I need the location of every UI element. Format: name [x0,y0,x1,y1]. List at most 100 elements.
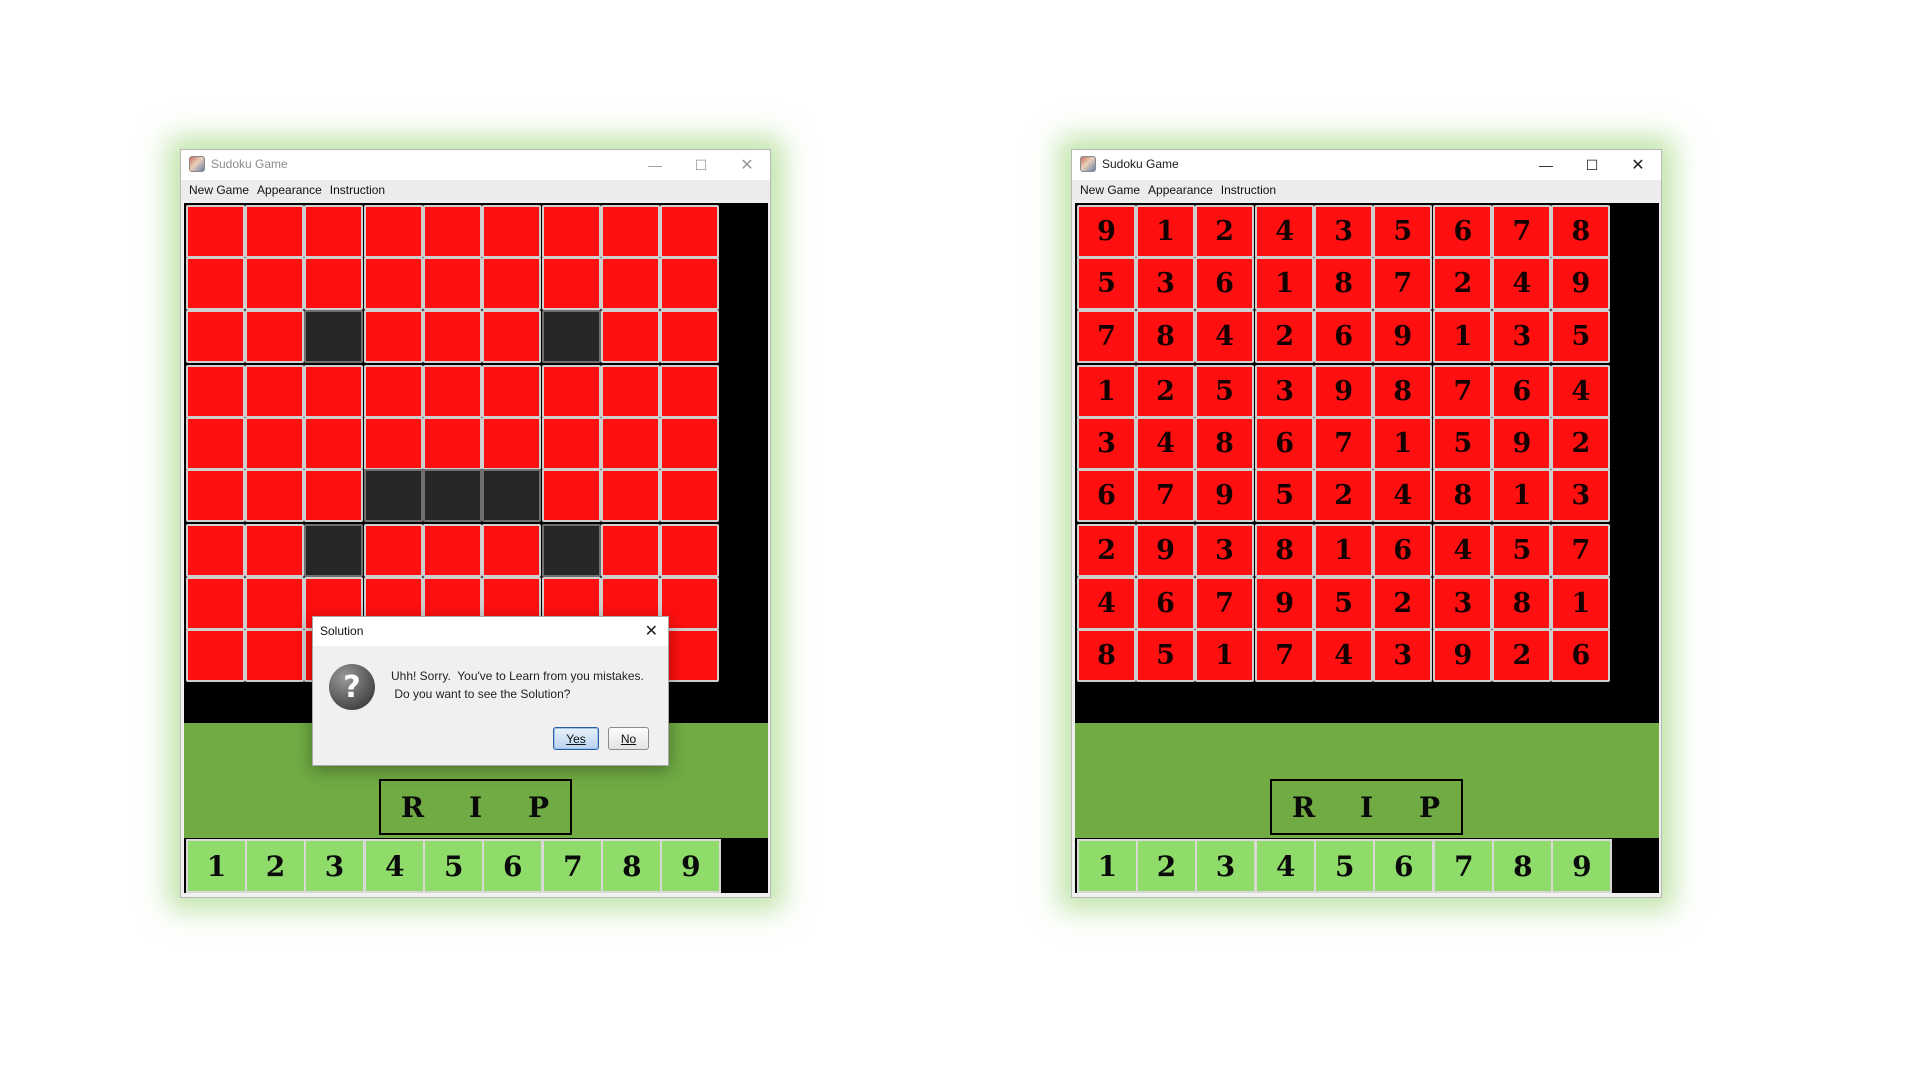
sudoku-cell-r7-c3[interactable] [304,524,364,578]
sudoku-cell-r8-c2[interactable]: 6 [1136,576,1196,630]
sudoku-cell-r7-c8[interactable] [601,524,661,578]
sudoku-cell-r4-c2[interactable]: 2 [1136,364,1196,418]
close-icon[interactable]: ✕ [724,150,770,180]
number-button-8[interactable]: 8 [1492,839,1554,893]
number-button-1[interactable]: 1 [1077,839,1138,893]
sudoku-cell-r1-c7[interactable] [542,205,602,258]
number-button-9[interactable]: 9 [660,839,722,893]
number-button-6[interactable]: 6 [482,839,544,893]
sudoku-cell-r6-c4[interactable] [364,469,424,523]
sudoku-cell-r3-c2[interactable] [245,309,305,363]
sudoku-cell-r3-c6[interactable] [482,309,542,363]
sudoku-cell-r9-c5[interactable]: 4 [1314,629,1374,683]
sudoku-cell-r6-c7[interactable] [542,469,602,523]
sudoku-cell-r3-c4[interactable] [364,309,424,363]
sudoku-cell-r3-c1[interactable] [186,309,245,363]
sudoku-cell-r7-c5[interactable] [423,524,483,578]
sudoku-cell-r8-c8[interactable]: 8 [1492,576,1552,630]
sudoku-cell-r6-c1[interactable]: 6 [1077,469,1136,523]
sudoku-cell-r5-c1[interactable] [186,417,245,471]
sudoku-cell-r5-c5[interactable]: 7 [1314,417,1374,471]
sudoku-cell-r6-c2[interactable] [245,469,305,523]
sudoku-cell-r9-c6[interactable]: 3 [1373,629,1433,683]
sudoku-cell-r3-c6[interactable]: 9 [1373,309,1433,363]
sudoku-cell-r6-c1[interactable] [186,469,245,523]
sudoku-cell-r2-c6[interactable]: 7 [1373,257,1433,311]
sudoku-cell-r1-c6[interactable]: 5 [1373,205,1433,258]
sudoku-cell-r1-c4[interactable] [364,205,424,258]
sudoku-cell-r2-c1[interactable]: 5 [1077,257,1136,311]
sudoku-cell-r7-c2[interactable] [245,524,305,578]
sudoku-cell-r6-c5[interactable] [423,469,483,523]
sudoku-cell-r5-c9[interactable] [660,417,720,471]
sudoku-cell-r8-c4[interactable]: 9 [1255,576,1315,630]
sudoku-cell-r7-c1[interactable] [186,524,245,578]
sudoku-cell-r2-c4[interactable]: 1 [1255,257,1315,311]
menu-appearance[interactable]: Appearance [257,183,322,197]
sudoku-cell-r8-c2[interactable] [245,576,305,630]
number-button-3[interactable]: 3 [1195,839,1257,893]
sudoku-cell-r7-c9[interactable]: 7 [1551,524,1611,578]
sudoku-cell-r8-c1[interactable]: 4 [1077,576,1136,630]
sudoku-cell-r8-c6[interactable]: 2 [1373,576,1433,630]
sudoku-cell-r9-c4[interactable]: 7 [1255,629,1315,683]
sudoku-cell-r1-c3[interactable]: 2 [1195,205,1255,258]
sudoku-cell-r6-c6[interactable] [482,469,542,523]
sudoku-cell-r9-c7[interactable]: 9 [1433,629,1493,683]
sudoku-cell-r5-c8[interactable] [601,417,661,471]
sudoku-cell-r2-c2[interactable]: 3 [1136,257,1196,311]
sudoku-cell-r6-c9[interactable]: 3 [1551,469,1611,523]
sudoku-cell-r9-c2[interactable] [245,629,305,683]
number-button-5[interactable]: 5 [423,839,485,893]
sudoku-cell-r6-c3[interactable]: 9 [1195,469,1255,523]
sudoku-cell-r3-c5[interactable]: 6 [1314,309,1374,363]
sudoku-cell-r8-c7[interactable]: 3 [1433,576,1493,630]
number-button-8[interactable]: 8 [601,839,663,893]
sudoku-cell-r4-c9[interactable] [660,364,720,418]
sudoku-cell-r7-c4[interactable]: 8 [1255,524,1315,578]
maximize-icon[interactable]: ☐ [678,150,724,180]
number-button-2[interactable]: 2 [1136,839,1198,893]
menu-instruction[interactable]: Instruction [1221,183,1276,197]
sudoku-cell-r1-c2[interactable] [245,205,305,258]
sudoku-cell-r5-c7[interactable]: 5 [1433,417,1493,471]
sudoku-cell-r1-c1[interactable] [186,205,245,258]
sudoku-cell-r5-c2[interactable]: 4 [1136,417,1196,471]
sudoku-cell-r2-c1[interactable] [186,257,245,311]
sudoku-cell-r2-c7[interactable] [542,257,602,311]
sudoku-cell-r7-c2[interactable]: 9 [1136,524,1196,578]
sudoku-cell-r6-c8[interactable]: 1 [1492,469,1552,523]
sudoku-cell-r5-c6[interactable] [482,417,542,471]
sudoku-cell-r6-c2[interactable]: 7 [1136,469,1196,523]
sudoku-cell-r4-c1[interactable] [186,364,245,418]
sudoku-cell-r2-c9[interactable] [660,257,720,311]
menu-appearance[interactable]: Appearance [1148,183,1213,197]
sudoku-cell-r4-c2[interactable] [245,364,305,418]
sudoku-cell-r4-c8[interactable]: 6 [1492,364,1552,418]
sudoku-cell-r8-c1[interactable] [186,576,245,630]
sudoku-cell-r1-c9[interactable] [660,205,720,258]
sudoku-cell-r6-c8[interactable] [601,469,661,523]
sudoku-cell-r4-c6[interactable]: 8 [1373,364,1433,418]
sudoku-cell-r2-c5[interactable]: 8 [1314,257,1374,311]
sudoku-cell-r4-c8[interactable] [601,364,661,418]
sudoku-cell-r4-c3[interactable] [304,364,364,418]
number-button-9[interactable]: 9 [1551,839,1613,893]
sudoku-cell-r6-c7[interactable]: 8 [1433,469,1493,523]
sudoku-cell-r8-c3[interactable]: 7 [1195,576,1255,630]
number-button-3[interactable]: 3 [304,839,366,893]
sudoku-cell-r2-c7[interactable]: 2 [1433,257,1493,311]
sudoku-cell-r2-c3[interactable] [304,257,364,311]
sudoku-cell-r2-c4[interactable] [364,257,424,311]
number-button-7[interactable]: 7 [542,839,604,893]
sudoku-cell-r9-c9[interactable]: 6 [1551,629,1611,683]
sudoku-cell-r3-c4[interactable]: 2 [1255,309,1315,363]
sudoku-cell-r6-c5[interactable]: 2 [1314,469,1374,523]
number-button-5[interactable]: 5 [1314,839,1376,893]
sudoku-cell-r4-c1[interactable]: 1 [1077,364,1136,418]
sudoku-cell-r1-c7[interactable]: 6 [1433,205,1493,258]
sudoku-cell-r8-c9[interactable] [660,576,720,630]
sudoku-cell-r2-c8[interactable] [601,257,661,311]
sudoku-cell-r1-c8[interactable]: 7 [1492,205,1552,258]
sudoku-cell-r9-c1[interactable] [186,629,245,683]
